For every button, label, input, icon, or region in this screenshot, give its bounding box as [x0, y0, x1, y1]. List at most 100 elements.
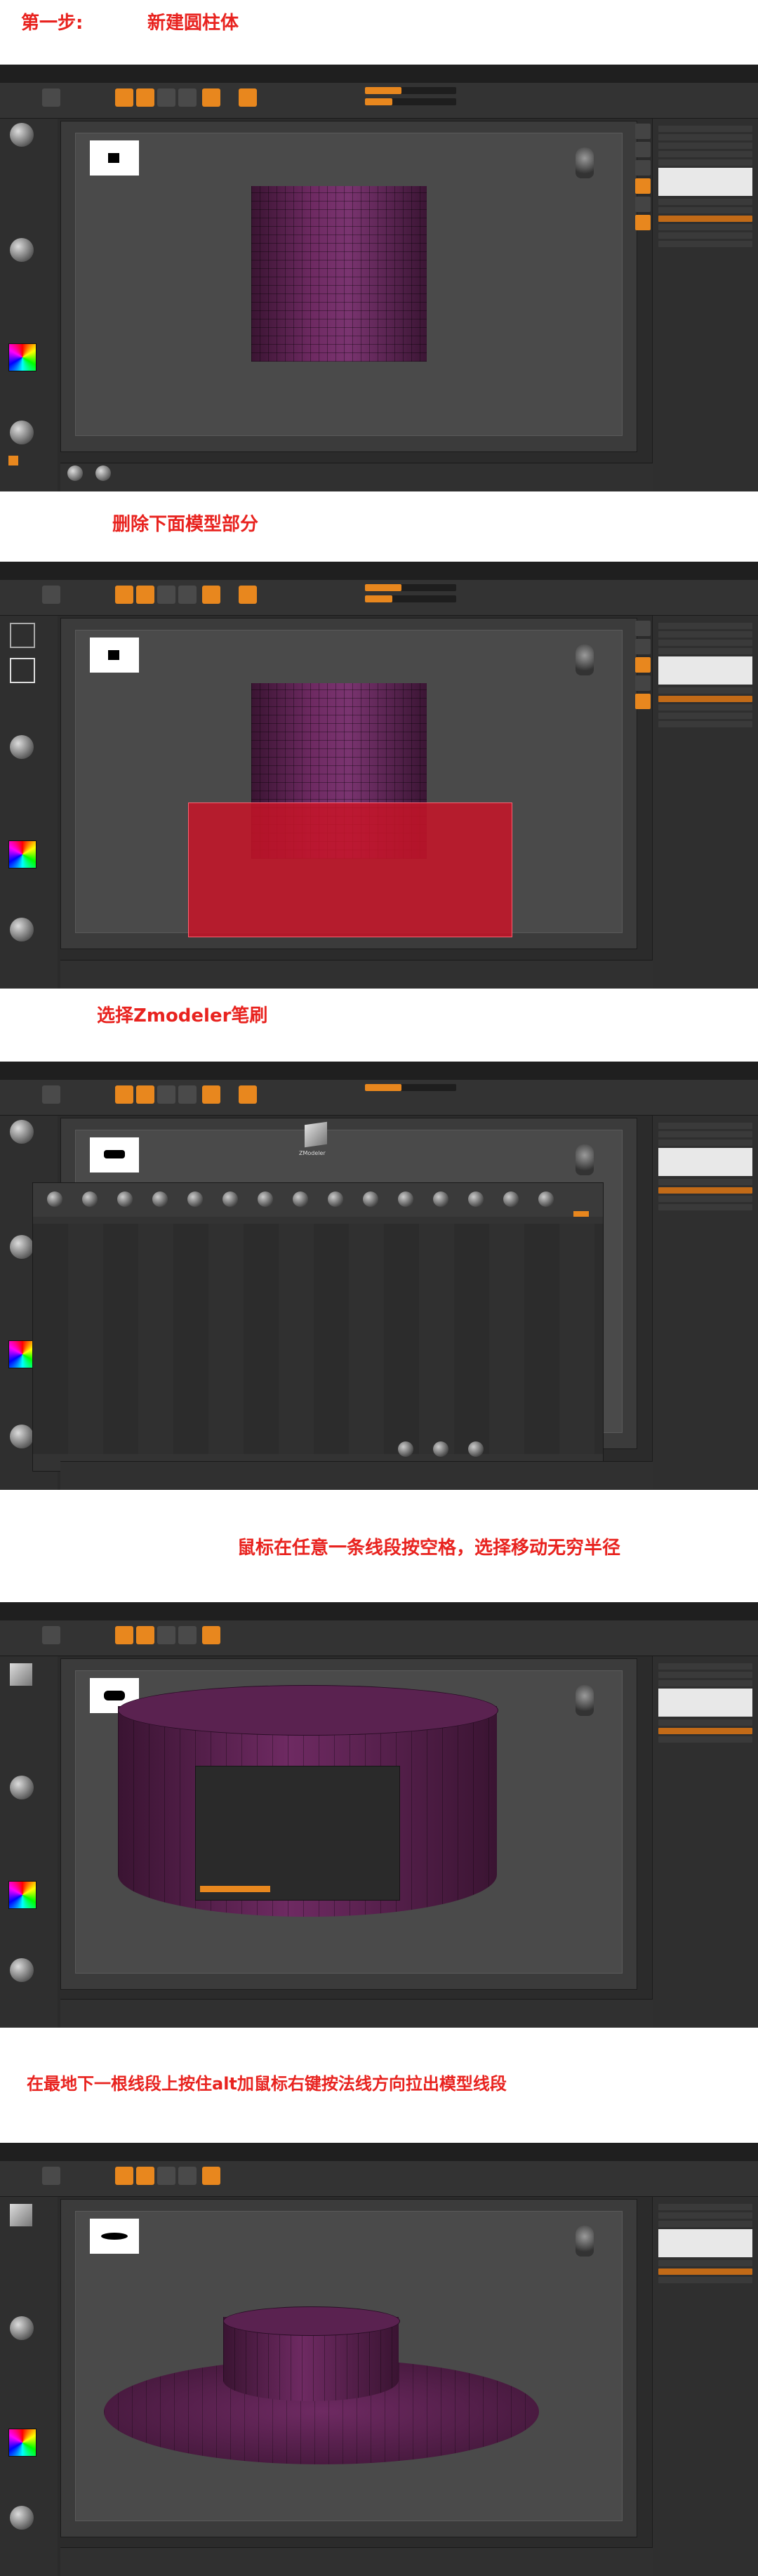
dock-button[interactable] [635, 694, 651, 709]
panel-row[interactable] [658, 232, 752, 239]
panel-row[interactable] [658, 207, 752, 213]
brush-icon[interactable] [398, 1191, 413, 1207]
panel-row[interactable] [658, 2212, 752, 2219]
cube-icon[interactable] [10, 2204, 32, 2226]
brush-icon[interactable] [328, 1191, 343, 1207]
viewport[interactable] [75, 2211, 623, 2521]
panel-row[interactable] [658, 159, 752, 166]
menu-bar[interactable] [0, 562, 758, 581]
panel-row-highlight[interactable] [658, 696, 752, 702]
move-button[interactable] [157, 88, 175, 107]
brush-icon[interactable] [187, 1191, 203, 1207]
draw-size-slider[interactable] [365, 98, 456, 105]
tool-thumbnail[interactable] [658, 2229, 752, 2257]
menu-item-selected[interactable] [200, 1886, 270, 1892]
panel-row[interactable] [658, 687, 752, 694]
panel-row[interactable] [658, 1179, 752, 1185]
panel-row[interactable] [658, 721, 752, 727]
panel-row[interactable] [658, 704, 752, 711]
toolbar-button[interactable] [42, 1085, 60, 1104]
rotate-button[interactable] [202, 1085, 220, 1104]
palette-tab[interactable] [573, 1211, 589, 1217]
panel-row[interactable] [658, 648, 752, 654]
z-intensity-slider[interactable] [365, 87, 456, 94]
document-canvas[interactable] [60, 121, 637, 452]
panel-row-highlight[interactable] [658, 216, 752, 222]
brush-icon[interactable] [47, 1191, 62, 1207]
dock-button[interactable] [635, 215, 651, 230]
brush-icon[interactable] [433, 1441, 448, 1457]
panel-row[interactable] [658, 224, 752, 230]
brush-icon[interactable] [538, 1191, 554, 1207]
color-picker-icon[interactable] [8, 840, 36, 868]
scale-button[interactable] [178, 2167, 197, 2185]
brush-icon[interactable] [10, 123, 34, 147]
mrgb-button[interactable] [239, 1085, 257, 1104]
panel-row[interactable] [658, 2221, 752, 2227]
panel-row[interactable] [658, 151, 752, 157]
z-intensity-slider[interactable] [365, 1084, 456, 1091]
move-button[interactable] [157, 2167, 175, 2185]
tool-thumbnail[interactable] [658, 1689, 752, 1717]
rotate-button[interactable] [202, 1626, 220, 1644]
panel-row[interactable] [658, 241, 752, 247]
panel-row[interactable] [658, 1672, 752, 1678]
dock-button[interactable] [635, 197, 651, 212]
dock-button[interactable] [635, 178, 651, 194]
matcap-sphere-icon[interactable] [10, 421, 34, 444]
zmodeler-brush-popup[interactable]: ZModeler [299, 1121, 334, 1165]
color-picker-icon[interactable] [8, 1881, 36, 1909]
panel-row[interactable] [658, 134, 752, 140]
dock-button[interactable] [635, 657, 651, 673]
menu-bar[interactable] [0, 1602, 758, 1621]
panel-row[interactable] [658, 2204, 752, 2210]
panel-row[interactable] [658, 1123, 752, 1129]
rotate-button[interactable] [202, 88, 220, 107]
dock-button[interactable] [635, 621, 651, 636]
toolbar-button[interactable] [42, 2167, 60, 2185]
viewport[interactable] [75, 1670, 623, 1974]
move-button[interactable] [157, 1085, 175, 1104]
move-button[interactable] [157, 586, 175, 604]
panel-row-highlight[interactable] [658, 1728, 752, 1734]
dock-button[interactable] [635, 675, 651, 691]
panel-row[interactable] [658, 2260, 752, 2266]
edit-button[interactable] [115, 1085, 133, 1104]
rotate-button[interactable] [202, 2167, 220, 2185]
color-picker-icon[interactable] [8, 2429, 36, 2457]
mrgb-button[interactable] [239, 586, 257, 604]
panel-row[interactable] [658, 1196, 752, 1202]
toolbar-button[interactable] [42, 586, 60, 604]
panel-row[interactable] [658, 1736, 752, 1743]
draw-button[interactable] [136, 586, 154, 604]
scale-button[interactable] [178, 88, 197, 107]
panel-row[interactable] [658, 1140, 752, 1146]
material-sphere-icon[interactable] [10, 238, 34, 262]
brush-palette[interactable] [32, 1182, 604, 1472]
panel-row[interactable] [658, 631, 752, 638]
scale-button[interactable] [178, 586, 197, 604]
brush-icon[interactable] [117, 1191, 133, 1207]
edit-button[interactable] [115, 586, 133, 604]
dock-button[interactable] [635, 124, 651, 139]
matcap-sphere-icon[interactable] [10, 918, 34, 942]
head-icon[interactable] [576, 645, 594, 675]
draw-size-slider[interactable] [365, 595, 456, 602]
color-picker-icon[interactable] [8, 343, 36, 371]
brush-icon[interactable] [10, 1120, 34, 1144]
matcap-sphere-icon[interactable] [10, 1425, 34, 1448]
panel-row-highlight[interactable] [658, 2268, 752, 2275]
head-icon[interactable] [576, 1685, 594, 1716]
swatch-button[interactable] [8, 456, 18, 465]
panel-row[interactable] [658, 1131, 752, 1137]
brush-icon[interactable] [398, 1441, 413, 1457]
matcap-sphere-icon[interactable] [10, 1958, 34, 1982]
head-icon[interactable] [576, 147, 594, 178]
menu-bar[interactable] [0, 1062, 758, 1081]
viewport[interactable] [75, 630, 623, 937]
brush-icon[interactable] [468, 1191, 484, 1207]
viewport[interactable] [75, 133, 623, 436]
draw-button[interactable] [136, 1085, 154, 1104]
scale-button[interactable] [178, 1085, 197, 1104]
edit-button[interactable] [115, 1626, 133, 1644]
